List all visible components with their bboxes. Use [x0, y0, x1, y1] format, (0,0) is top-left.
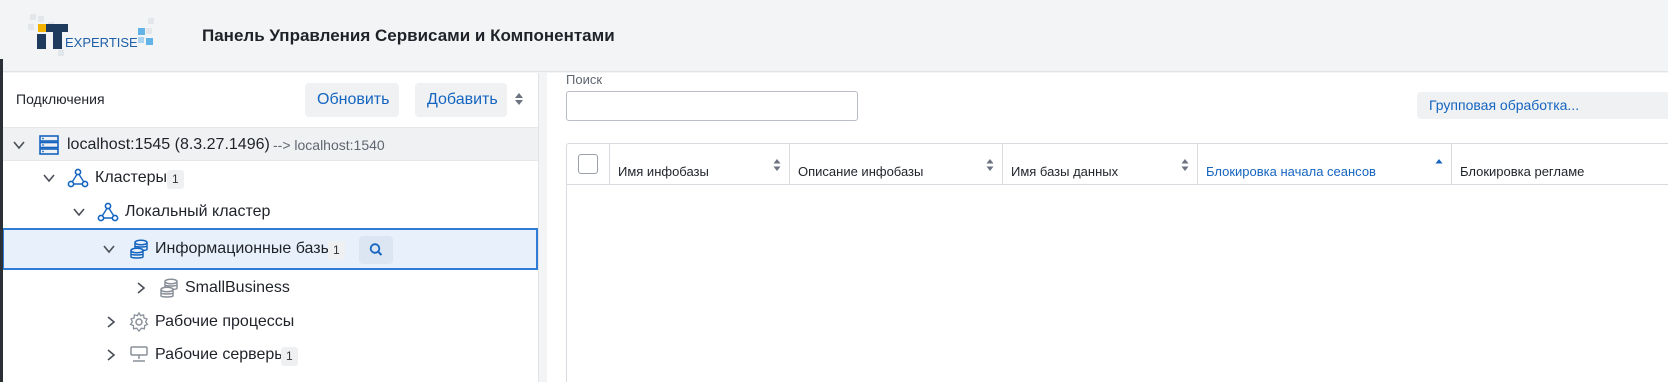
count-badge: 1 [281, 347, 298, 366]
chevron-right-icon[interactable] [103, 314, 119, 330]
column-title: Блокировка регламе [1460, 164, 1585, 179]
select-all-checkbox[interactable] [578, 154, 598, 174]
gear-icon [129, 311, 149, 332]
chevron-right-icon[interactable] [133, 280, 149, 296]
column-header-scheduled-lock[interactable]: Блокировка регламе [1452, 144, 1668, 185]
column-header-infobase-name[interactable]: Имя инфобазы [610, 144, 790, 185]
chevron-down-icon[interactable] [11, 137, 27, 153]
logo-text: EXPERTISE [65, 35, 138, 50]
infobase-search-button[interactable] [359, 236, 393, 264]
tree-item-work-servers[interactable]: Рабочие серверы 1 [3, 338, 538, 372]
sort-icon[interactable] [773, 158, 781, 172]
sort-icon[interactable] [986, 158, 994, 172]
column-title: Имя базы данных [1011, 164, 1119, 179]
database-icon [160, 278, 178, 298]
page-title: Панель Управления Сервисами и Компонента… [202, 26, 615, 45]
chevron-down-icon[interactable] [71, 204, 87, 220]
tree-item-infobases[interactable]: Информационные базы 1 [2, 228, 538, 270]
connections-panel: Подключения Обновить Добавить localhost:… [0, 73, 539, 382]
cluster-icon [97, 202, 119, 222]
app-header: EXPERTISE Панель Управления Сервисами и … [0, 0, 1668, 72]
sort-icon[interactable] [514, 91, 524, 107]
column-title: Имя инфобазы [618, 164, 709, 179]
column-header-infobase-description[interactable]: Описание инфобазы [790, 144, 1003, 185]
server-label: localhost:1545 (8.3.27.1496) [67, 136, 270, 153]
add-button[interactable]: Добавить [415, 83, 507, 117]
it-expertise-logo[interactable]: EXPERTISE [28, 14, 158, 58]
search-icon [369, 243, 383, 256]
smallbusiness-label: SmallBusiness [185, 279, 290, 296]
server-icon [39, 135, 59, 155]
count-badge: 1 [328, 241, 345, 260]
column-title: Описание инфобазы [798, 164, 924, 179]
table-header: Имя инфобазы Описание инфобазы Имя базы … [567, 144, 1668, 185]
panel-edge-divider [0, 59, 3, 382]
refresh-button[interactable]: Обновить [305, 83, 399, 117]
chevron-down-icon[interactable] [101, 241, 117, 257]
connections-toolbar: Подключения Обновить Добавить [0, 73, 538, 127]
column-title: Блокировка начала сеансов [1206, 164, 1376, 179]
tree-item-clusters[interactable]: Кластеры 1 [3, 161, 538, 195]
infobases-table: Имя инфобазы Описание инфобазы Имя базы … [566, 143, 1668, 382]
server-icon [130, 346, 148, 362]
search-label: Поиск [566, 73, 603, 87]
sort-icon[interactable] [1181, 158, 1189, 172]
server-note: --> localhost:1540 [273, 137, 385, 153]
column-header-database-name[interactable]: Имя базы данных [1003, 144, 1198, 185]
clusters-label: Кластеры [95, 169, 167, 186]
infobases-list-panel: Поиск Групповая обработка... Имя инфобаз… [547, 73, 1668, 382]
group-processing-button[interactable]: Групповая обработка... [1417, 92, 1668, 119]
tree-item-work-processes[interactable]: Рабочие процессы [3, 305, 538, 339]
local-cluster-label: Локальный кластер [125, 203, 271, 220]
count-badge: 1 [167, 170, 184, 189]
search-input[interactable] [566, 91, 858, 121]
cluster-icon [67, 168, 89, 188]
chevron-down-icon[interactable] [41, 170, 57, 186]
work-processes-label: Рабочие процессы [155, 313, 295, 330]
select-all-column [567, 144, 610, 185]
connections-title: Подключения [16, 91, 105, 107]
column-header-session-lock[interactable]: Блокировка начала сеансов [1198, 144, 1452, 185]
infobases-label: Информационные базы [155, 240, 333, 257]
sort-ascending-icon[interactable] [1435, 158, 1443, 172]
database-icon [130, 239, 148, 259]
tree-item-server[interactable]: localhost:1545 (8.3.27.1496) --> localho… [3, 127, 538, 161]
chevron-right-icon[interactable] [103, 347, 119, 363]
tree-item-local-cluster[interactable]: Локальный кластер [3, 195, 538, 229]
tree-item-smallbusiness[interactable]: SmallBusiness [3, 271, 538, 305]
work-servers-label: Рабочие серверы [155, 346, 286, 363]
